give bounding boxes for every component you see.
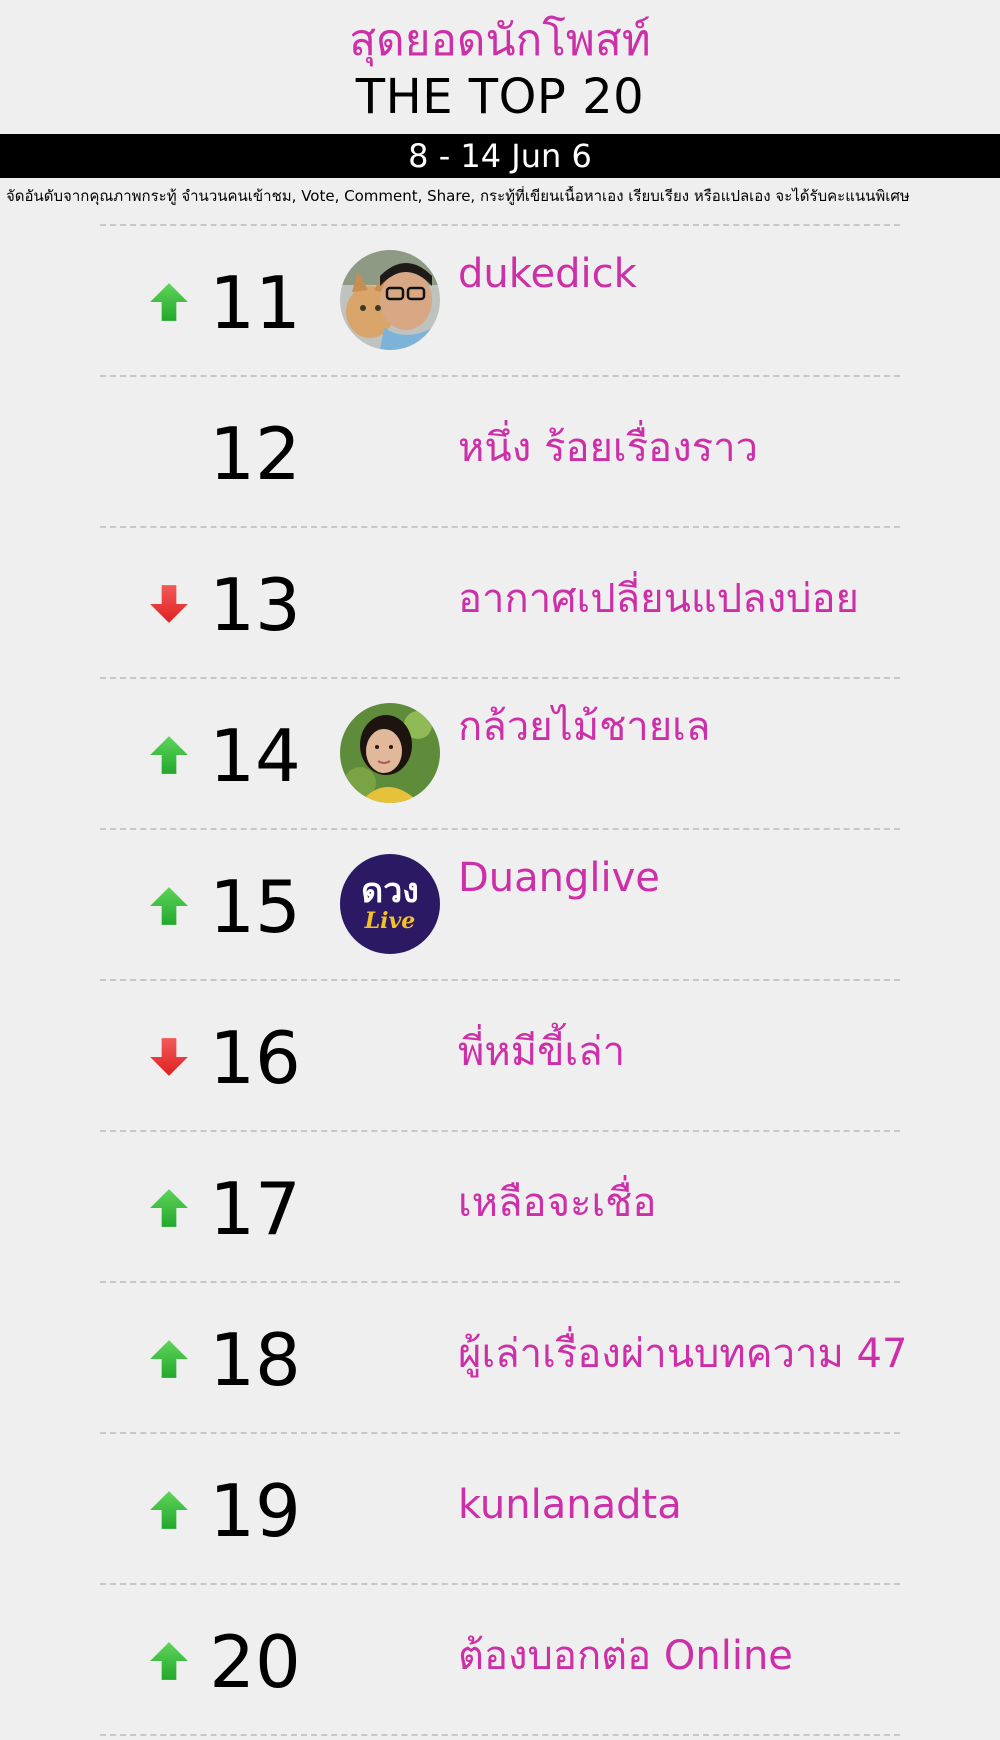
ranking-row: 18 ผู้เล่าเรื่องผ่านบทความ 47 (100, 1283, 907, 1434)
poster-name-link[interactable]: dukedick (458, 248, 637, 300)
ranking-row: 16 พี่หมีขี้เล่า (100, 981, 900, 1132)
arrow-up-icon (148, 281, 190, 323)
rank-number: 11 (209, 261, 301, 345)
arrow-down-icon (148, 1036, 190, 1078)
arrow-up-icon (148, 885, 190, 927)
arrow-up-icon (148, 1338, 190, 1380)
poster-name-link[interactable]: เหลือจะเชื่อ (458, 1177, 656, 1229)
poster-name-link[interactable]: หนึ่ง ร้อยเรื่องราว (458, 422, 758, 474)
arrow-down-icon (148, 583, 190, 625)
arrow-up-icon (148, 1640, 190, 1682)
rank-number: 15 (209, 865, 301, 949)
ranking-row: 14 กล้วยไม้ชายเล (100, 679, 900, 830)
page-title: THE TOP 20 (355, 69, 645, 125)
rank-number: 17 (209, 1167, 301, 1251)
rank-number: 20 (209, 1620, 301, 1704)
avatar[interactable] (340, 703, 440, 803)
poster-name-link[interactable]: ต้องบอกต่อ Online (458, 1630, 793, 1682)
poster-name-link[interactable]: อากาศเปลี่ยนแปลงบ่อย (458, 573, 859, 625)
rank-number: 12 (209, 412, 301, 496)
page-title-thai: สุดยอดนักโพสท์ (349, 15, 651, 66)
date-range-bar: 8 - 14 Jun 6 (0, 134, 1000, 178)
arrow-up-icon (148, 1489, 190, 1531)
poster-name-link[interactable]: ผู้เล่าเรื่องผ่านบทความ 47 (458, 1328, 907, 1380)
rank-number: 14 (209, 714, 301, 798)
ranking-row: 17 เหลือจะเชื่อ (100, 1132, 900, 1283)
ranking-row: 11 dukedick (100, 226, 900, 377)
avatar[interactable]: ดวง Live (340, 854, 440, 954)
rank-number: 18 (209, 1318, 301, 1402)
svg-text:Live: Live (364, 908, 416, 934)
header: สุดยอดนักโพสท์ THE TOP 20 (0, 0, 1000, 126)
avatar[interactable] (340, 250, 440, 350)
ranking-row: 13 อากาศเปลี่ยนแปลงบ่อย (100, 528, 900, 679)
ranking-note: จัดอันดับจากคุณภาพกระทู้ จำนวนคนเข้าชม, … (6, 187, 910, 205)
poster-name-link[interactable]: กล้วยไม้ชายเล (458, 701, 710, 753)
rank-number: 13 (209, 563, 301, 647)
ranking-list: 11 dukedick 12 หนึ่ง ร้อยเรื่องราว 13 อากาศเป… (100, 224, 907, 1736)
arrow-up-icon (148, 734, 190, 776)
ranking-row: 12 หนึ่ง ร้อยเรื่องราว (100, 377, 900, 528)
ranking-row: 15 ดวง Live Duanglive (100, 830, 900, 981)
rank-number: 16 (209, 1016, 301, 1100)
ranking-row: 20 ต้องบอกต่อ Online (100, 1585, 900, 1736)
svg-text:ดวง: ดวง (361, 871, 419, 911)
poster-name-link[interactable]: Duanglive (458, 852, 660, 904)
ranking-row: 19 kunlanadta (100, 1434, 900, 1585)
poster-name-link[interactable]: kunlanadta (458, 1479, 682, 1531)
rank-number: 19 (209, 1469, 301, 1553)
poster-name-link[interactable]: พี่หมีขี้เล่า (458, 1026, 625, 1078)
arrow-up-icon (148, 1187, 190, 1229)
